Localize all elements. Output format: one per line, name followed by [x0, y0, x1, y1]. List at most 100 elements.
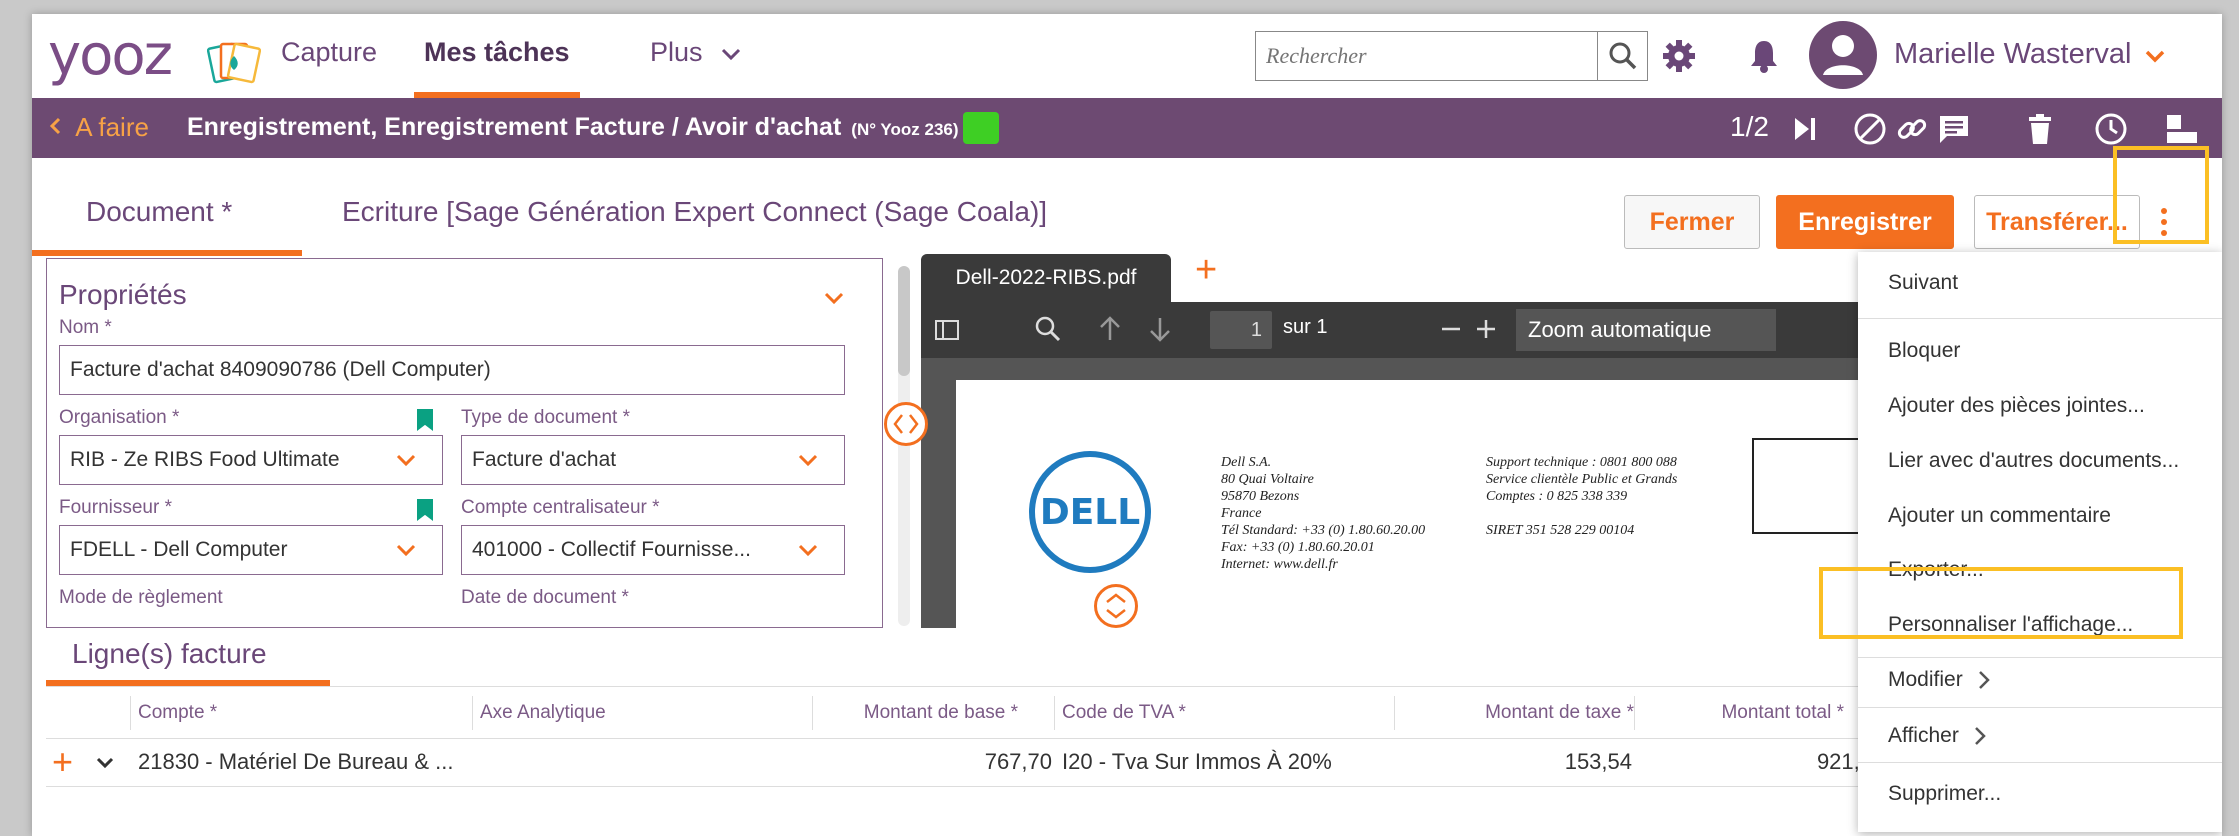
- close-button[interactable]: Fermer: [1624, 195, 1760, 249]
- bookmark-icon[interactable]: [417, 499, 433, 521]
- tab-lignes-facture[interactable]: Ligne(s) facture: [72, 636, 267, 672]
- chevron-right-icon: [1978, 670, 1990, 689]
- column-header-compte[interactable]: Compte *: [138, 702, 217, 724]
- search-input[interactable]: [1256, 32, 1597, 80]
- collapse-chevron-icon[interactable]: [823, 291, 845, 305]
- menu-item-supprimer[interactable]: Supprimer...: [1858, 766, 2222, 821]
- zoom-select[interactable]: Zoom automatique: [1516, 309, 1776, 351]
- nom-field[interactable]: Facture d'achat 8409090786 (Dell Compute…: [59, 345, 845, 395]
- search-icon: [1035, 316, 1061, 342]
- properties-scrollbar[interactable]: [898, 266, 910, 376]
- left-right-arrows-icon: [893, 414, 919, 434]
- tab-document[interactable]: Document *: [86, 194, 232, 230]
- organisation-select[interactable]: RIB - Ze RIBS Food Ultimate: [59, 435, 443, 485]
- menu-item-label: Bloquer: [1888, 338, 1961, 362]
- cell-montant-taxe[interactable]: 153,54: [1404, 749, 1632, 775]
- nav-tab-capture[interactable]: Capture: [281, 34, 377, 98]
- column-header-montant-taxe[interactable]: Montant de taxe *: [1404, 702, 1634, 724]
- pdf-viewer: DELL Dell S.A. 80 Quai Voltaire 95870 Be…: [921, 358, 1922, 630]
- nav-tab-plus-label: Plus: [650, 37, 703, 67]
- fournisseur-label: Fournisseur *: [59, 497, 172, 518]
- column-header-montant-base[interactable]: Montant de base *: [822, 702, 1018, 724]
- document-title: Enregistrement, Enregistrement Facture /…: [187, 110, 959, 147]
- chevron-left-icon: [49, 117, 61, 135]
- type-document-label: Type de document *: [461, 407, 630, 428]
- bookmark-icon[interactable]: [417, 409, 433, 431]
- highlight-more-options: [2113, 146, 2209, 244]
- menu-item-bloquer[interactable]: Bloquer: [1858, 323, 2222, 378]
- column-divider: [472, 696, 473, 730]
- chevron-down-icon: [396, 454, 416, 467]
- menu-item-lier-documents[interactable]: Lier avec d'autres documents...: [1858, 433, 2222, 488]
- dell-logo-text: DELL: [1040, 492, 1140, 533]
- menu-item-label: Suivant: [1888, 270, 1959, 294]
- next-document-button[interactable]: [1788, 112, 1822, 146]
- tab-ecriture[interactable]: Ecriture [Sage Génération Expert Connect…: [342, 194, 1047, 230]
- fournisseur-value: FDELL - Dell Computer: [70, 538, 288, 561]
- sidebar-toggle-button[interactable]: [931, 314, 963, 346]
- layout-button[interactable]: [2162, 110, 2202, 148]
- clock-icon: [2095, 113, 2127, 145]
- search-button[interactable]: [1597, 32, 1647, 80]
- column-header-montant-total[interactable]: Montant total *: [1644, 702, 1844, 724]
- user-name: Marielle Wasterval: [1894, 38, 2132, 70]
- menu-item-suivant[interactable]: Suivant: [1858, 255, 2222, 310]
- menu-divider: [1858, 762, 2222, 763]
- horizontal-resize-handle[interactable]: [884, 402, 928, 446]
- type-document-value: Facture d'achat: [472, 448, 617, 471]
- column-header-code-tva[interactable]: Code de TVA *: [1062, 702, 1186, 724]
- cell-montant-total[interactable]: 921,2: [1732, 749, 1872, 775]
- avatar[interactable]: [1808, 20, 1878, 90]
- block-button[interactable]: [1850, 110, 1890, 148]
- pdf-search-button[interactable]: [1031, 312, 1065, 346]
- task-header-bar: A faire Enregistrement, Enregistrement F…: [32, 98, 2222, 158]
- menu-item-afficher[interactable]: Afficher: [1858, 708, 2222, 763]
- nav-tab-mes-taches[interactable]: Mes tâches: [414, 34, 580, 98]
- column-header-axe[interactable]: Axe Analytique: [480, 702, 606, 724]
- user-avatar-icon: [1809, 21, 1877, 89]
- more-options-menu: Suivant Bloquer Ajouter des pièces joint…: [1858, 252, 2222, 832]
- menu-item-commentaire[interactable]: Ajouter un commentaire: [1858, 488, 2222, 543]
- chevron-down-icon: [2145, 50, 2164, 63]
- page-number-input[interactable]: 1: [1210, 311, 1272, 349]
- user-menu[interactable]: Marielle Wasterval: [1894, 34, 2166, 74]
- fournisseur-select[interactable]: FDELL - Dell Computer: [59, 525, 443, 575]
- cell-montant-base[interactable]: 767,70: [822, 749, 1052, 775]
- comment-button[interactable]: [1934, 110, 1974, 148]
- properties-panel: Propriétés Nom * Facture d'achat 8409090…: [46, 258, 883, 628]
- delete-button[interactable]: [2022, 110, 2058, 148]
- pdf-file-tab[interactable]: Dell-2022-RIBS.pdf: [921, 254, 1171, 302]
- search-box: [1255, 31, 1648, 81]
- yooz-logo[interactable]: yooz: [48, 28, 173, 84]
- zoom-in-button[interactable]: [1469, 312, 1503, 346]
- save-button[interactable]: Enregistrer: [1776, 195, 1954, 249]
- document-tabs: Document * Ecriture [Sage Génération Exp…: [32, 158, 2222, 258]
- history-button[interactable]: [2092, 110, 2130, 148]
- compte-centralisateur-label: Compte centralisateur *: [461, 497, 660, 518]
- dell-support: Support technique : 0801 800 088 Service…: [1486, 455, 1678, 538]
- settings-button[interactable]: [1659, 36, 1699, 76]
- menu-item-pieces-jointes[interactable]: Ajouter des pièces jointes...: [1858, 378, 2222, 433]
- notifications-button[interactable]: [1744, 36, 1784, 76]
- add-line-button[interactable]: +: [52, 742, 73, 782]
- compte-centralisateur-select[interactable]: 401000 - Collectif Fournisse...: [461, 525, 845, 575]
- search-icon: [1609, 42, 1636, 70]
- cell-code-tva[interactable]: I20 - Tva Sur Immos À 20%: [1062, 749, 1332, 775]
- nom-label: Nom *: [59, 317, 112, 338]
- nav-tab-plus[interactable]: Plus: [650, 34, 742, 98]
- link-button[interactable]: [1892, 110, 1932, 148]
- back-link[interactable]: A faire: [48, 110, 149, 144]
- chevron-down-icon[interactable]: [95, 756, 115, 770]
- column-divider: [1054, 696, 1055, 730]
- add-file-button[interactable]: +: [1195, 250, 1217, 290]
- menu-item-modifier[interactable]: Modifier: [1858, 652, 2222, 707]
- next-page-button[interactable]: [1143, 312, 1177, 346]
- zoom-out-button[interactable]: [1434, 312, 1468, 346]
- previous-page-button[interactable]: [1093, 312, 1127, 346]
- vertical-resize-handle[interactable]: [1094, 584, 1138, 628]
- chevron-down-icon: [798, 544, 818, 557]
- column-divider: [1634, 696, 1635, 730]
- cell-compte[interactable]: 21830 - Matériel De Bureau & ...: [138, 749, 454, 775]
- type-document-select[interactable]: Facture d'achat: [461, 435, 845, 485]
- organisation-label: Organisation *: [59, 407, 180, 428]
